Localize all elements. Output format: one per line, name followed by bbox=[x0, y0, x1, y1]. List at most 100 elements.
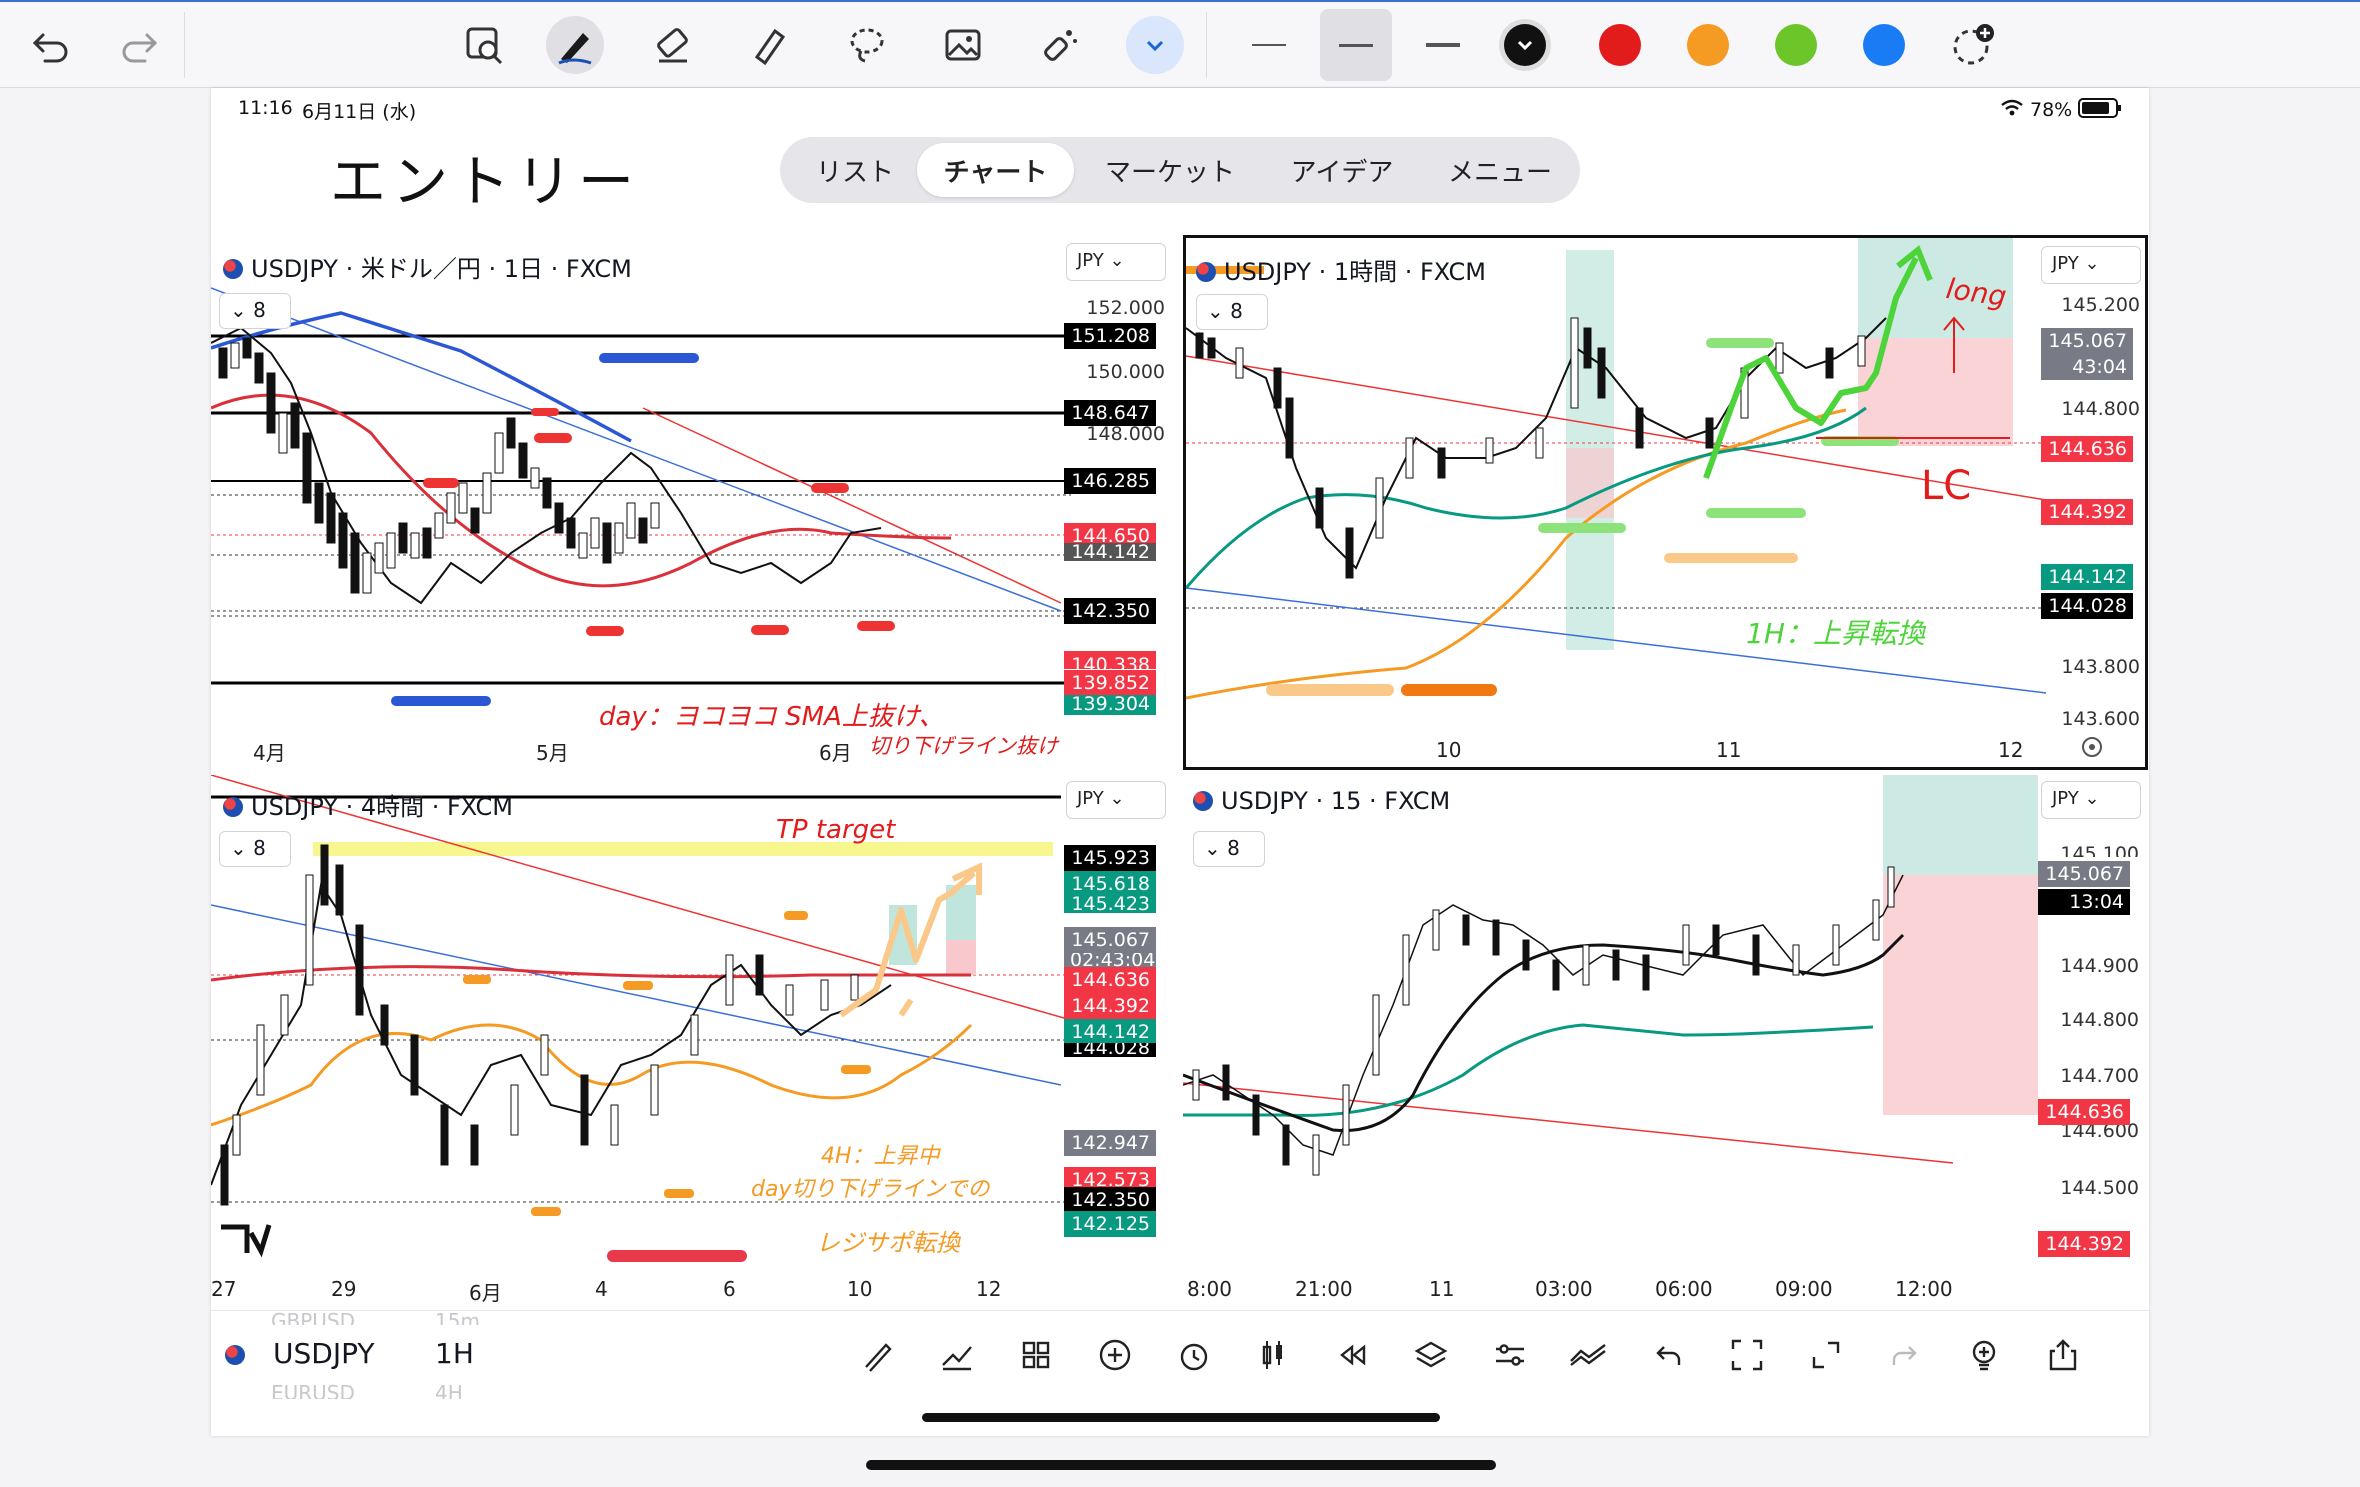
tab-market[interactable]: マーケット bbox=[1080, 143, 1260, 197]
faded-symbol: GBPUSD bbox=[271, 1309, 356, 1325]
highlighter-icon[interactable] bbox=[740, 16, 798, 74]
color-orange[interactable] bbox=[1687, 24, 1729, 66]
price-tag: 146.285 bbox=[1064, 468, 1156, 494]
color-black[interactable] bbox=[1504, 24, 1546, 66]
chart-settings-icon[interactable] bbox=[2079, 734, 2105, 760]
candle-icon[interactable] bbox=[1251, 1333, 1295, 1377]
price-tag: 145.923 bbox=[1064, 845, 1156, 871]
price-tag: 43:04 bbox=[2041, 354, 2133, 380]
usd-jpy-flag-icon bbox=[225, 1345, 253, 1367]
chevron-down-icon[interactable] bbox=[1126, 16, 1184, 74]
h1-x-label: 10 bbox=[1436, 738, 1462, 762]
price-tag: 144.392 bbox=[2038, 1231, 2130, 1257]
magic-tool-icon[interactable] bbox=[1030, 16, 1088, 74]
h1-indicator-count[interactable]: ⌄ 8 bbox=[1196, 294, 1268, 330]
indicators-icon[interactable] bbox=[935, 1333, 979, 1377]
price-tag: 151.208 bbox=[1064, 323, 1156, 349]
image-icon[interactable] bbox=[934, 16, 992, 74]
interval-name[interactable]: 1H bbox=[435, 1337, 474, 1370]
color-blue[interactable] bbox=[1863, 24, 1905, 66]
daily-chart-title: USDJPY · 米ドル／円 · 1日 · FXCM bbox=[223, 249, 632, 284]
h1-currency-select[interactable]: JPY ⌄ bbox=[2041, 246, 2141, 284]
share-icon[interactable] bbox=[2041, 1333, 2085, 1377]
undo-icon[interactable] bbox=[1646, 1333, 1690, 1377]
h1-chart-canvas[interactable] bbox=[1186, 238, 2146, 768]
tab-menu[interactable]: メニュー bbox=[1425, 143, 1575, 197]
h4-x-label: 29 bbox=[331, 1277, 357, 1301]
daily-indicator-count[interactable]: ⌄ 8 bbox=[219, 293, 291, 329]
eraser-icon[interactable] bbox=[644, 16, 702, 74]
undo-icon[interactable] bbox=[22, 16, 80, 74]
m15-price-label: 144.700 bbox=[2060, 1065, 2139, 1087]
h4-indicator-count[interactable]: ⌄ 8 bbox=[219, 831, 291, 867]
lasso-icon[interactable] bbox=[838, 16, 896, 74]
redo-icon[interactable] bbox=[1883, 1333, 1927, 1377]
fullscreen-icon[interactable] bbox=[1725, 1333, 1769, 1377]
alarm-icon[interactable] bbox=[1172, 1333, 1216, 1377]
tab-list[interactable]: リスト bbox=[790, 143, 920, 197]
h4-currency-select[interactable]: JPY ⌄ bbox=[1066, 781, 1166, 819]
m15-price-label: 145.100 bbox=[2060, 843, 2139, 857]
inner-home-indicator[interactable] bbox=[922, 1413, 1440, 1422]
m15-indicator-count[interactable]: ⌄ 8 bbox=[1193, 831, 1265, 867]
thin-line-icon[interactable] bbox=[1240, 16, 1298, 74]
usd-jpy-flag-icon bbox=[223, 259, 243, 279]
h1-annotation-trend: 1H：上昇転換 bbox=[1746, 617, 1925, 650]
image-zoom-icon[interactable] bbox=[455, 16, 513, 74]
color-red[interactable] bbox=[1599, 24, 1641, 66]
daily-price-label: 150.000 bbox=[1086, 361, 1165, 383]
draw-icon[interactable] bbox=[856, 1333, 900, 1377]
price-tag: 144.392 bbox=[2041, 499, 2133, 525]
tab-chart[interactable]: チャート bbox=[917, 143, 1074, 197]
chart-panel-4h[interactable]: USDJPY · 4時間 · FXCM JPY ⌄ ⌄ 8 145.923 14… bbox=[211, 775, 1169, 1305]
chart-panel-1h[interactable]: USDJPY · 1時間 · FXCM JPY ⌄ ⌄ 8 145.200 14… bbox=[1183, 235, 2148, 770]
h4-annotation: レジサポ転換 bbox=[816, 1229, 960, 1257]
redo-icon[interactable] bbox=[110, 16, 168, 74]
add-icon[interactable] bbox=[1093, 1333, 1137, 1377]
h1-x-label: 11 bbox=[1716, 738, 1742, 762]
h4-annotation: 4H：上昇中 bbox=[821, 1144, 940, 1169]
price-tag: 144.142 bbox=[1064, 543, 1156, 561]
m15-price-label: 144.900 bbox=[2060, 955, 2139, 977]
color-green[interactable] bbox=[1775, 24, 1817, 66]
layout-icon[interactable] bbox=[1014, 1333, 1058, 1377]
daily-annotation: 切り下げライン抜け bbox=[869, 734, 1058, 758]
m15-price-label: 144.500 bbox=[2060, 1177, 2139, 1199]
drawing-toolbar bbox=[0, 0, 2360, 88]
chart-panel-15m[interactable]: USDJPY · 15 · FXCM JPY ⌄ ⌄ 8 145.100 144… bbox=[1183, 775, 2148, 1305]
chart-panel-daily[interactable]: USDJPY · 米ドル／円 · 1日 · FXCM JPY ⌄ ⌄ 8 152… bbox=[211, 233, 1169, 768]
h4-chart-canvas[interactable] bbox=[211, 775, 1169, 1305]
daily-annotation: day：ヨコヨコ SMA上抜け、 bbox=[599, 702, 945, 732]
daily-currency-select[interactable]: JPY ⌄ bbox=[1066, 243, 1166, 281]
daily-x-label: 4月 bbox=[253, 741, 286, 765]
settings-icon[interactable] bbox=[1488, 1333, 1532, 1377]
faded-interval: 15m bbox=[435, 1309, 480, 1325]
symbol-name[interactable]: USDJPY bbox=[273, 1337, 374, 1370]
daily-chart-canvas[interactable] bbox=[211, 233, 1169, 768]
replay-icon[interactable] bbox=[1330, 1333, 1374, 1377]
chart-bottom-bar: GBPUSD 15m USDJPY 1H EURUSD 4H bbox=[211, 1309, 2149, 1401]
h4-chart-title: USDJPY · 4時間 · FXCM bbox=[223, 787, 513, 822]
price-tag: 142.947 bbox=[1064, 1130, 1156, 1156]
add-color-icon[interactable] bbox=[1944, 16, 2002, 74]
thick-line-icon[interactable] bbox=[1414, 16, 1472, 74]
expand-icon[interactable] bbox=[1804, 1333, 1848, 1377]
pen-icon[interactable] bbox=[546, 16, 604, 74]
medium-line-icon[interactable] bbox=[1320, 9, 1392, 81]
tab-ideas[interactable]: アイデア bbox=[1262, 143, 1422, 197]
h1-annotation-lc: LC bbox=[1921, 463, 1972, 509]
m15-chart-canvas[interactable] bbox=[1183, 775, 2148, 1305]
idea-icon[interactable] bbox=[1962, 1333, 2006, 1377]
price-tag: 144.392 bbox=[1064, 993, 1156, 1019]
m15-x-label: 11 bbox=[1429, 1277, 1455, 1301]
m15-price-label: 144.800 bbox=[2060, 1009, 2139, 1031]
m15-x-label: 06:00 bbox=[1655, 1277, 1713, 1301]
status-right: 78% bbox=[2000, 97, 2122, 123]
h1-chart-title: USDJPY · 1時間 · FXCM bbox=[1196, 252, 1486, 287]
compare-icon[interactable] bbox=[1567, 1333, 1611, 1377]
home-indicator[interactable] bbox=[866, 1460, 1496, 1470]
layers-icon[interactable] bbox=[1409, 1333, 1453, 1377]
m15-currency-select[interactable]: JPY ⌄ bbox=[2041, 781, 2141, 819]
price-tag: 02:43:04 bbox=[1064, 953, 1156, 967]
daily-x-label: 5月 bbox=[536, 741, 569, 765]
